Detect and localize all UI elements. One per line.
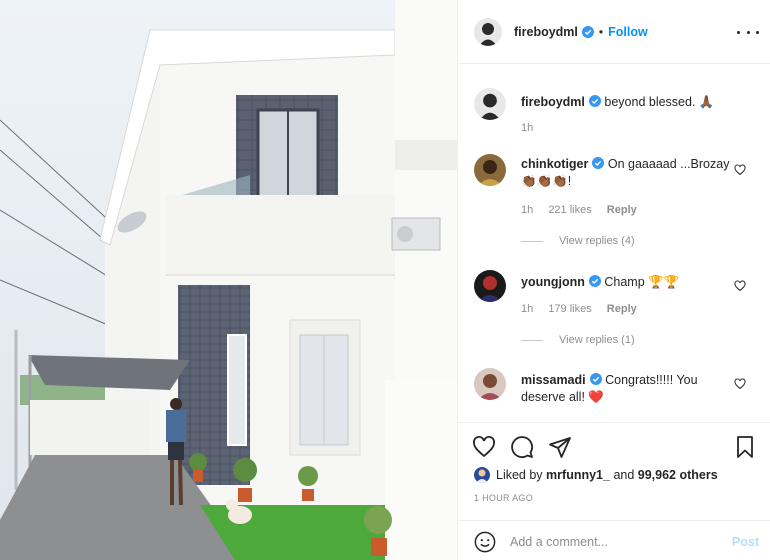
comment-username[interactable]: youngjonn: [521, 275, 585, 289]
comment-meta: 1h 179 likes Reply: [521, 303, 649, 315]
post-comment-button[interactable]: Post: [732, 535, 759, 549]
verified-badge-icon: [588, 95, 601, 107]
comment-username[interactable]: chinkotiger: [521, 157, 588, 171]
heart-icon[interactable]: [472, 435, 496, 459]
verified-badge-icon: [592, 157, 605, 169]
reply-button[interactable]: Reply: [607, 303, 637, 315]
avatar-image: [474, 270, 506, 302]
comment-text: Champ 🏆🏆: [604, 275, 680, 289]
action-bar: [458, 422, 770, 470]
author-avatar[interactable]: [474, 17, 502, 46]
likes-others-link[interactable]: 99,962 others: [638, 468, 718, 482]
reply-button[interactable]: Reply: [607, 204, 637, 216]
add-comment-bar: Post: [458, 520, 770, 560]
comment-username[interactable]: missamadi: [521, 373, 586, 387]
commenter-avatar[interactable]: [474, 368, 506, 400]
commenter-avatar[interactable]: [474, 154, 506, 186]
caption-time: 1h: [521, 122, 534, 134]
share-icon[interactable]: [548, 435, 572, 459]
bookmark-icon[interactable]: [733, 435, 757, 459]
view-replies-line: [521, 240, 543, 242]
view-replies-label: View replies (4): [559, 235, 635, 247]
commenter-avatar[interactable]: [474, 270, 506, 302]
separator-dot: •: [598, 24, 604, 39]
post-header: fireboydml • Follow: [458, 0, 770, 64]
comments-list[interactable]: fireboydml beyond blessed. 🙏🏾 1h chinkot…: [458, 64, 770, 422]
follow-button[interactable]: Follow: [608, 25, 648, 39]
liked-by-prefix: Liked by: [496, 468, 543, 482]
caption: fireboydml beyond blessed. 🙏🏾 1h: [474, 88, 764, 138]
verified-badge-icon: [589, 373, 602, 385]
post-timestamp: 1 HOUR AGO: [474, 493, 534, 503]
comment-item: chinkotiger On gaaaaad ...Brozay 👏🏾👏🏾👏🏾!…: [474, 154, 764, 254]
more-options-icon[interactable]: [737, 22, 759, 42]
comment-like-heart-icon[interactable]: [734, 378, 746, 390]
instagram-post-view: fireboydml • Follow fireboydml beyond bl…: [0, 0, 770, 560]
liker-avatar[interactable]: [474, 467, 490, 483]
avatar-image: [474, 88, 506, 120]
comment-body: youngjonn Champ 🏆🏆: [521, 274, 731, 291]
verified-badge-icon: [581, 25, 594, 38]
caption-meta: 1h: [521, 122, 545, 134]
avatar-image: [474, 17, 502, 46]
house-photo: [0, 0, 457, 560]
caption-body: fireboydml beyond blessed. 🙏🏾: [521, 94, 731, 111]
comment-time: 1h: [521, 303, 534, 315]
comment-likes[interactable]: 221 likes: [548, 204, 591, 216]
verified-badge-icon: [588, 275, 601, 287]
liked-by-and: and: [613, 468, 635, 482]
comment-icon[interactable]: [510, 435, 534, 459]
view-replies-button[interactable]: View replies (1): [521, 334, 635, 346]
post-details-panel: fireboydml • Follow fireboydml beyond bl…: [457, 0, 770, 560]
view-replies-label: View replies (1): [559, 334, 635, 346]
author-username[interactable]: fireboydml: [514, 25, 578, 39]
view-replies-button[interactable]: View replies (4): [521, 235, 635, 247]
avatar-image: [474, 467, 490, 483]
comment-like-heart-icon[interactable]: [734, 280, 746, 292]
caption-text: beyond blessed. 🙏🏾: [604, 95, 715, 109]
comment-like-heart-icon[interactable]: [734, 164, 746, 176]
comment-item: youngjonn Champ 🏆🏆 1h 179 likes Reply Vi…: [474, 270, 764, 370]
caption-avatar[interactable]: [474, 88, 506, 120]
comment-item: missamadi Congrats!!!!! You deserve all!…: [474, 368, 764, 422]
comment-body: chinkotiger On gaaaaad ...Brozay 👏🏾👏🏾👏🏾!: [521, 156, 731, 190]
comment-body: missamadi Congrats!!!!! You deserve all!…: [521, 372, 731, 406]
avatar-image: [474, 368, 506, 400]
avatar-image: [474, 154, 506, 186]
post-photo[interactable]: [0, 0, 457, 560]
liker-username[interactable]: mrfunny1_: [546, 468, 610, 482]
caption-username[interactable]: fireboydml: [521, 95, 585, 109]
view-replies-line: [521, 339, 543, 341]
likes-summary: Liked by mrfunny1_ and 99,962 others: [474, 467, 718, 483]
comment-time: 1h: [521, 204, 534, 216]
emoji-icon[interactable]: [474, 531, 496, 553]
comment-meta: 1h 221 likes Reply: [521, 204, 649, 216]
comment-input[interactable]: [510, 530, 720, 554]
comment-likes[interactable]: 179 likes: [548, 303, 591, 315]
